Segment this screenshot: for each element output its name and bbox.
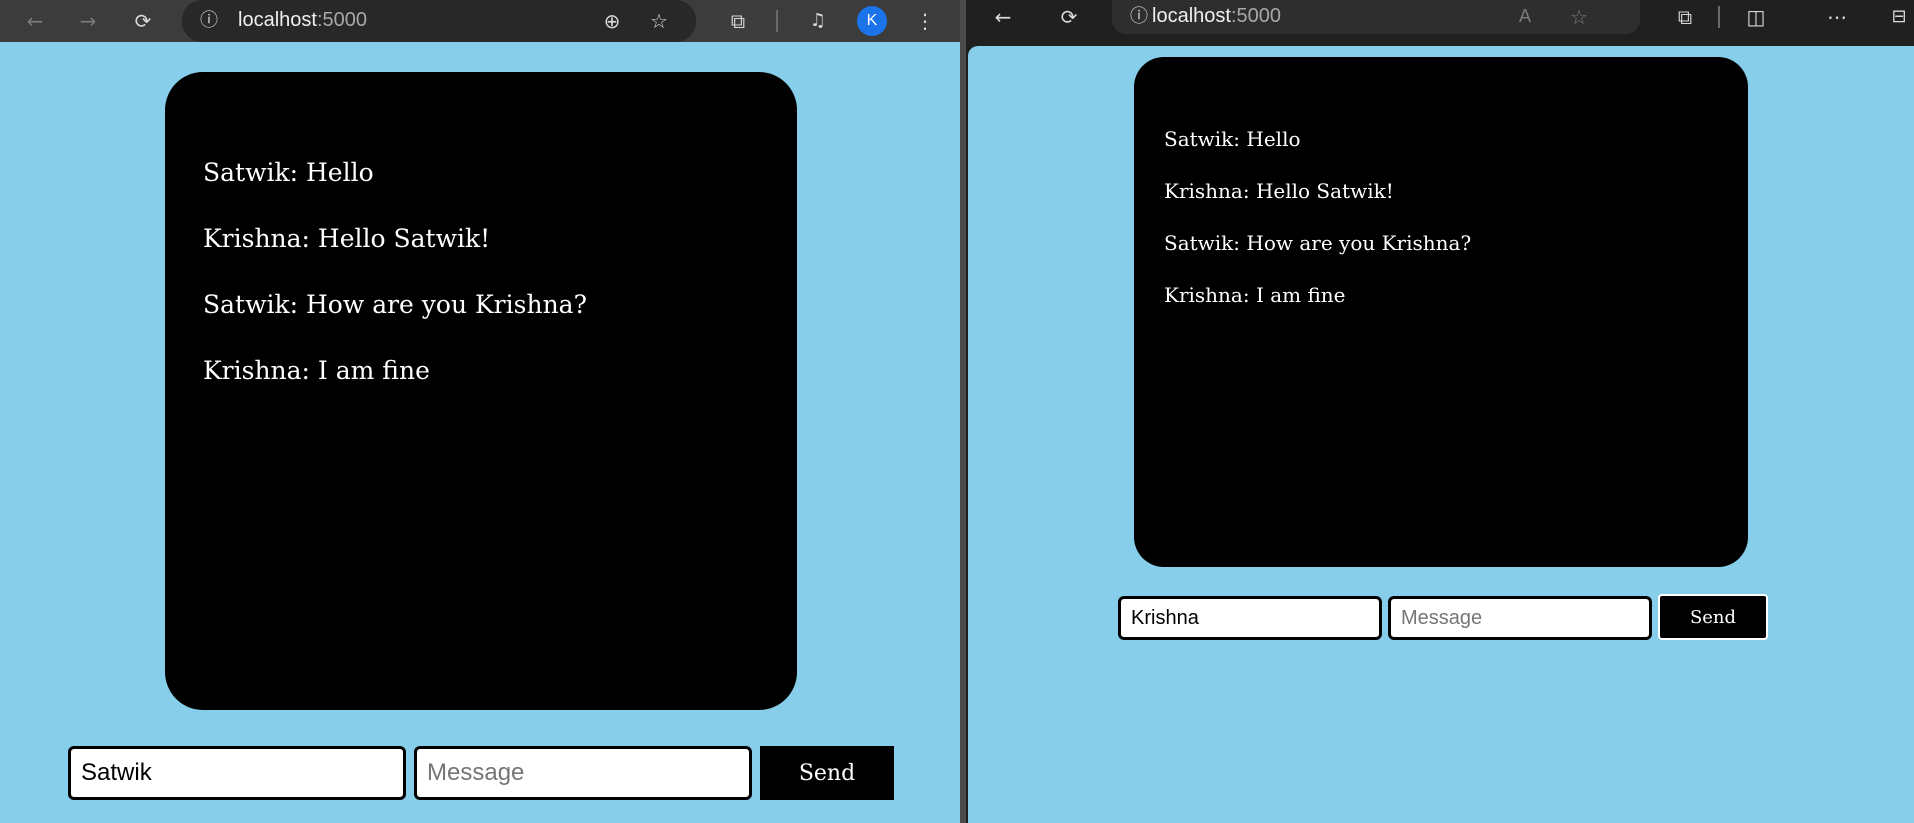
right-browser-toolbar: ← ⟳ ⓘ localhost:5000 A ☆ ⧉ ◫ ⋯ ⊟ <box>966 0 1914 34</box>
chat-message: Krishna: I am fine <box>1164 283 1346 307</box>
url-host: localhost <box>1152 5 1231 27</box>
info-icon[interactable]: ⓘ <box>194 6 224 36</box>
extensions-icon[interactable]: ⧉ <box>723 6 753 36</box>
more-icon[interactable]: ⋯ <box>1822 2 1852 32</box>
info-icon[interactable]: ⓘ <box>1124 2 1154 32</box>
chat-message: Krishna: I am fine <box>203 356 430 385</box>
message-input[interactable] <box>1388 596 1652 640</box>
toolbar-separator <box>776 10 778 32</box>
read-aloud-icon[interactable]: A <box>1510 2 1540 32</box>
forward-icon[interactable]: → <box>73 6 103 36</box>
chat-message: Satwik: How are you Krishna? <box>203 290 587 319</box>
send-button[interactable]: Send <box>760 746 894 800</box>
url-host: localhost <box>238 9 317 31</box>
url-text: localhost:5000 <box>238 9 367 32</box>
name-input[interactable] <box>1118 596 1382 640</box>
chat-message: Satwik: Hello <box>203 158 374 187</box>
reload-icon[interactable]: ⟳ <box>128 6 158 36</box>
name-input[interactable] <box>68 746 406 800</box>
send-button[interactable]: Send <box>1658 594 1768 640</box>
zoom-icon[interactable]: ⊕ <box>597 6 627 36</box>
url-port: :5000 <box>1230 5 1281 27</box>
left-page-viewport: Satwik: Hello Krishna: Hello Satwik! Sat… <box>0 42 960 823</box>
left-browser-toolbar: ← → ⟳ ⓘ localhost:5000 ⊕ ☆ ⧉ ♫ K ⋮ <box>0 0 960 42</box>
media-icon[interactable]: ♫ <box>803 6 833 36</box>
profile-avatar[interactable]: K <box>857 6 887 36</box>
chat-message: Satwik: Hello <box>1164 127 1301 151</box>
chat-message: Krishna: Hello Satwik! <box>203 224 491 253</box>
chat-message: Satwik: How are you Krishna? <box>1164 231 1472 255</box>
message-input[interactable] <box>414 746 752 800</box>
favorite-icon[interactable]: ☆ <box>1564 2 1594 32</box>
right-page-viewport: Satwik: Hello Krishna: Hello Satwik! Sat… <box>968 46 1914 823</box>
split-screen-icon[interactable]: ◫ <box>1741 2 1771 32</box>
left-browser-window: ← → ⟳ ⓘ localhost:5000 ⊕ ☆ ⧉ ♫ K ⋮ Satwi… <box>0 0 960 823</box>
url-text: localhost:5000 <box>1152 5 1281 28</box>
menu-icon[interactable]: ⋮ <box>910 6 940 36</box>
chat-box: Satwik: Hello Krishna: Hello Satwik! Sat… <box>165 72 797 710</box>
extensions-icon[interactable]: ⧉ <box>1670 2 1700 32</box>
star-icon[interactable]: ☆ <box>644 6 674 36</box>
url-port: :5000 <box>316 9 367 31</box>
sidebar-icon[interactable]: ⊟ <box>1884 2 1914 32</box>
right-browser-window: ← ⟳ ⓘ localhost:5000 A ☆ ⧉ ◫ ⋯ ⊟ Satwik:… <box>966 0 1914 823</box>
back-icon[interactable]: ← <box>20 6 50 36</box>
back-icon[interactable]: ← <box>988 2 1018 32</box>
chat-box: Satwik: Hello Krishna: Hello Satwik! Sat… <box>1134 57 1748 567</box>
toolbar-separator <box>1718 6 1720 28</box>
address-bar[interactable]: ⓘ localhost:5000 ⊕ ☆ <box>182 0 696 42</box>
chat-message: Krishna: Hello Satwik! <box>1164 179 1394 203</box>
address-bar[interactable]: ⓘ localhost:5000 A ☆ <box>1112 0 1640 34</box>
reload-icon[interactable]: ⟳ <box>1054 2 1084 32</box>
